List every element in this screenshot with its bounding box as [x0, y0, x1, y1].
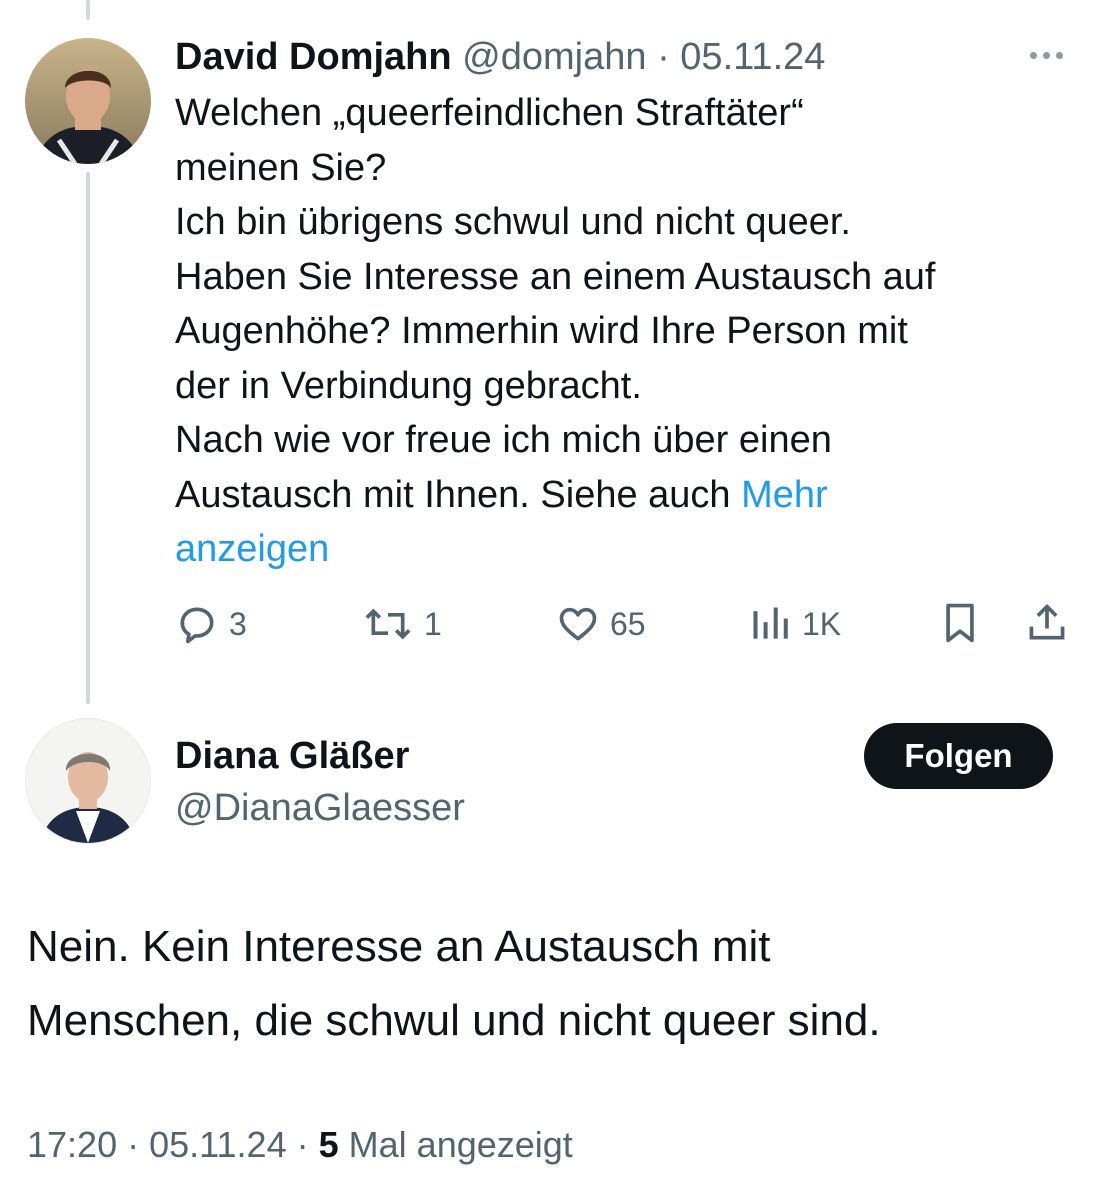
tweet-text-line: Ich bin übrigens schwul und nicht queer.	[175, 201, 851, 243]
repost-icon	[365, 608, 411, 640]
tweet-time[interactable]: 17:20	[27, 1124, 117, 1165]
bookmark-button[interactable]	[938, 600, 982, 646]
views-count: 1K	[802, 605, 842, 642]
tweet-meta: 17:20 · 05.11.24 · 5 Mal angezeigt	[27, 1120, 573, 1170]
author-handle[interactable]: @DianaGlaesser	[175, 785, 465, 831]
reply-count: 3	[229, 605, 247, 642]
thread-line-top	[86, 0, 90, 20]
tweet-text-line: meinen Sie?	[175, 146, 387, 189]
separator: ·	[657, 36, 670, 78]
reply-button[interactable]: 3	[175, 602, 247, 646]
views-button[interactable]: 1K	[748, 602, 841, 646]
repost-count: 1	[424, 605, 442, 642]
repost-button[interactable]: 1	[362, 602, 442, 646]
tweet-text-line: der in Verbindung gebracht.	[175, 364, 642, 407]
avatar-glaesser[interactable]	[25, 718, 151, 844]
tweet-date[interactable]: 05.11.24	[680, 36, 825, 78]
share-button[interactable]	[1025, 600, 1069, 646]
share-icon	[1029, 604, 1065, 640]
reply-tweet-text: Welchen „queerfeindlichen Straftäter“ me…	[175, 86, 1065, 577]
show-more-link-cont[interactable]: anzeigen	[175, 522, 1065, 577]
views-count: 5	[318, 1124, 339, 1165]
tweet-text-line: Haben Sie Interesse an einem Austausch a…	[175, 255, 936, 298]
separator: ·	[127, 1124, 140, 1165]
tweet-text-line-last: Austausch mit Ihnen. Siehe auch Mehr	[175, 468, 1065, 523]
tweet-text-line: Nach wie vor freue ich mich über einen	[175, 419, 832, 461]
author-name[interactable]: Diana Gläßer	[175, 733, 409, 779]
reply-tweet-header: David Domjahn @domjahn · 05.11.24	[175, 34, 825, 80]
views-icon	[753, 607, 788, 639]
heart-icon	[559, 607, 597, 641]
reply-icon	[180, 607, 214, 644]
bookmark-icon	[946, 603, 974, 643]
tweet-text-line: Augenhöhe? Immerhin wird Ihre Person mit	[175, 310, 908, 352]
avatar-domjahn[interactable]	[25, 38, 151, 164]
like-button[interactable]: 65	[556, 602, 646, 646]
more-horizontal-icon[interactable]	[1030, 44, 1072, 66]
tweet-text-line: Menschen, die schwul und nicht queer sin…	[27, 996, 881, 1045]
show-more-link[interactable]: Mehr	[741, 474, 828, 516]
tweet-text-line: Nein. Kein Interesse an Austausch mit	[27, 922, 771, 971]
tweet-text-line: Welchen „queerfeindlichen Straftäter“	[175, 92, 804, 134]
tweet-text-segment: Austausch mit Ihnen. Siehe auch	[175, 473, 742, 516]
views-label: Mal angezeigt	[348, 1124, 573, 1165]
separator: ·	[296, 1124, 309, 1165]
like-count: 65	[610, 605, 646, 642]
follow-button[interactable]: Folgen	[864, 723, 1053, 789]
main-tweet-text: Nein. Kein Interesse an Austausch mit Me…	[27, 910, 1077, 1058]
author-handle[interactable]: @domjahn	[462, 36, 646, 78]
tweet-actions: 3 1 65 1K	[0, 596, 1101, 650]
author-name[interactable]: David Domjahn	[175, 36, 452, 78]
tweet-date[interactable]: 05.11.24	[149, 1124, 286, 1165]
